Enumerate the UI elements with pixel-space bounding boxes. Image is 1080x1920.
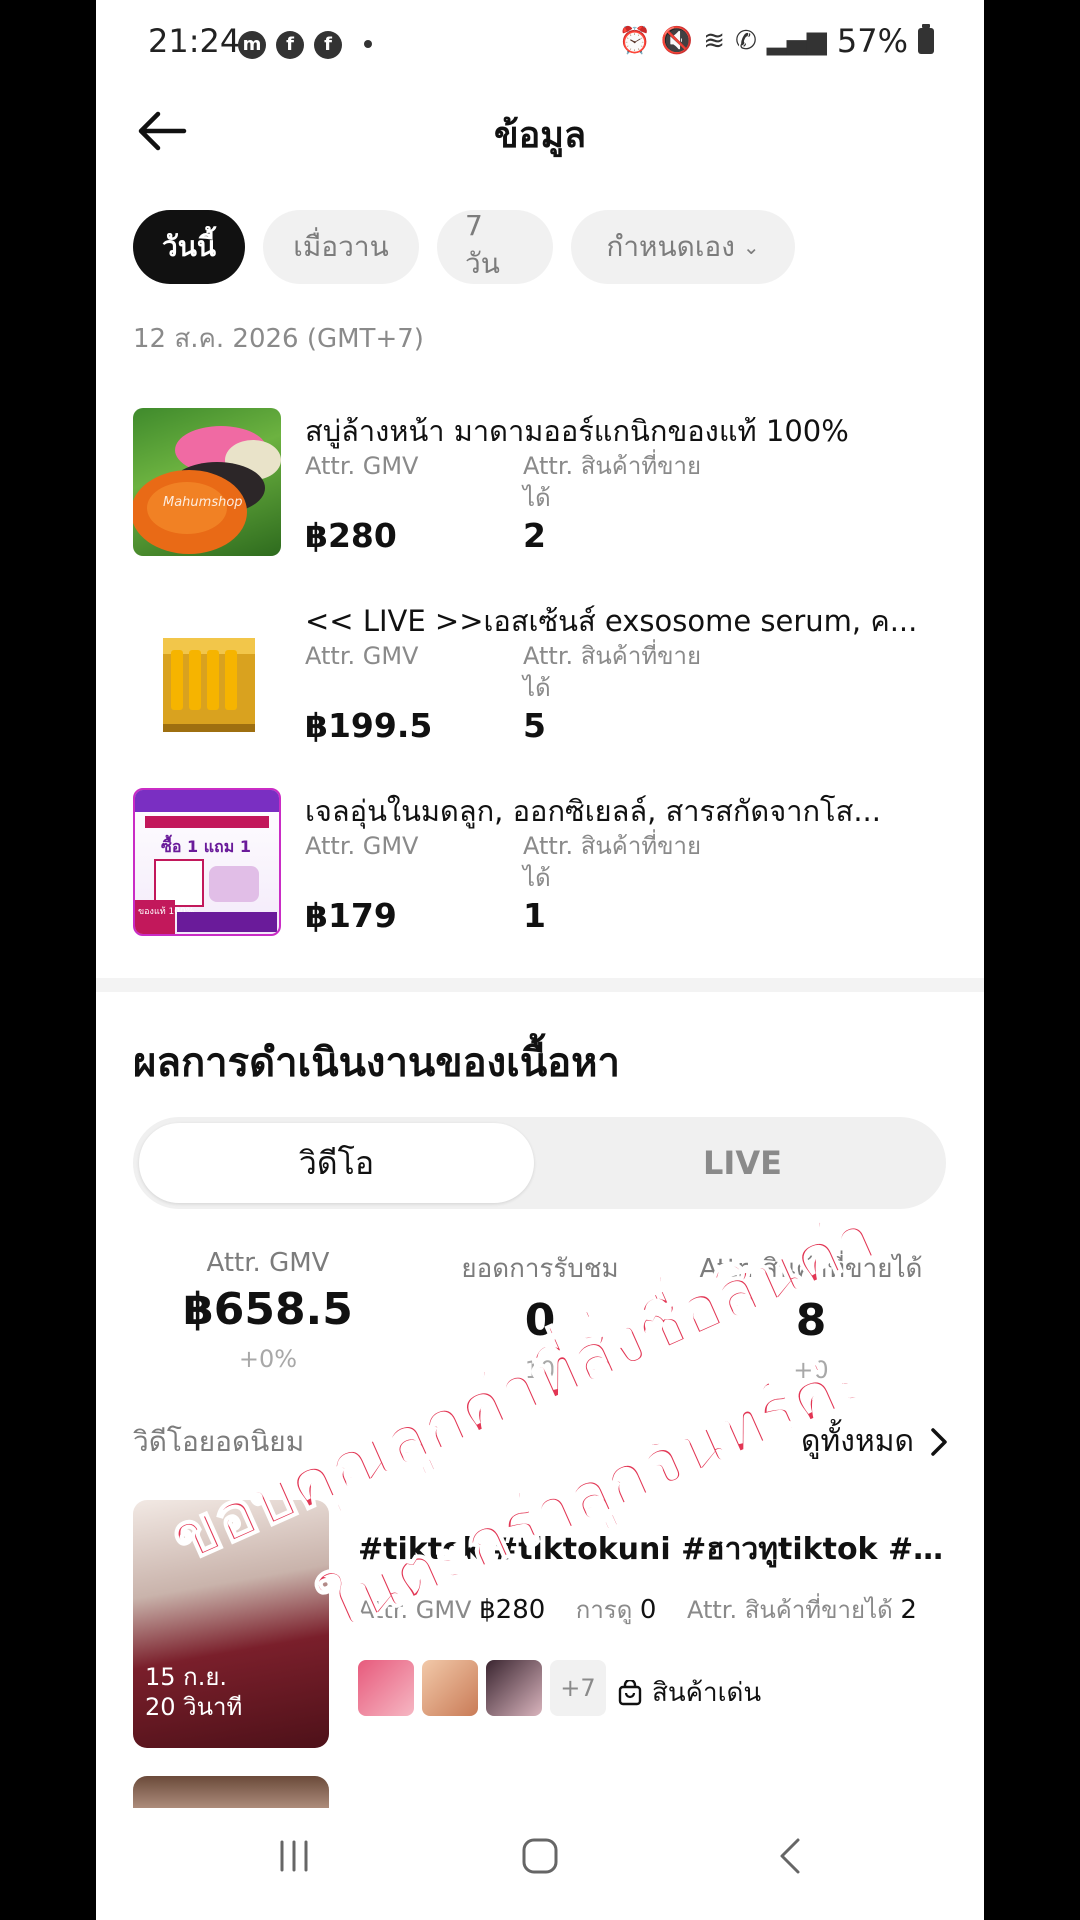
facebook-icon: f [314, 31, 342, 59]
notification-dot-icon [364, 40, 372, 48]
screen: 21:24 m f f ⏰ 🔇 ≋ ✆ ▂▄▆ 57% ข้อมูล วันนี… [96, 0, 984, 1920]
status-time: 21:24 [148, 22, 241, 60]
stat-label: Attr. GMV [206, 1248, 330, 1278]
product-name: เจลอุ่นในมดลูก, ออกซิเยลล์, สารสกัดจากโส… [305, 794, 881, 828]
video-gmv-value: ฿280 [479, 1595, 546, 1625]
sold-value: 5 [523, 706, 546, 745]
facebook-icon: f [276, 31, 304, 59]
stat-value: ฿658.5 [183, 1284, 353, 1335]
shopping-bag-icon [618, 1679, 642, 1705]
sold-label: Attr. สินค้าที่ขายได้ [523, 452, 702, 512]
featured-label: สินค้าเด่น [652, 1678, 762, 1708]
date-label: 12 ส.ค. 2026 (GMT+7) [133, 324, 424, 354]
gmv-value: ฿280 [305, 516, 397, 555]
stat-change: +0% [238, 1345, 298, 1373]
gmv-value: ฿179 [305, 896, 397, 935]
chip-custom[interactable]: กำหนดเอง ⌄ [571, 210, 795, 284]
page-title: ข้อมูล [493, 115, 587, 156]
sold-label: Attr. สินค้าที่ขายได้ [523, 642, 702, 702]
status-bar: 21:24 m f f ⏰ 🔇 ≋ ✆ ▂▄▆ 57% [96, 0, 984, 86]
section-divider [96, 978, 984, 992]
tab-live[interactable]: LIVE [545, 1123, 940, 1203]
sold-value: 1 [523, 896, 546, 935]
chip-custom-label: กำหนดเอง [606, 230, 735, 263]
product-row[interactable]: Mahumshop สบู่ล้างหน้า มาดามออร์แกนิกของ… [96, 400, 984, 590]
gmv-label: Attr. GMV [305, 642, 419, 670]
signal-icon: ▂▄▆ [766, 26, 827, 56]
battery-icon [918, 24, 934, 54]
product-thumbnail: ซื้อ 1 แถม 1 ของแท้ 100% [133, 788, 281, 936]
chip-7-days[interactable]: 7 วัน [437, 209, 553, 284]
product-row[interactable]: ซื้อ 1 แถม 1 ของแท้ 100% เจลอุ่นในมดลูก,… [96, 780, 984, 970]
system-nav-bar [96, 1808, 984, 1920]
chip-today[interactable]: วันนี้ [133, 210, 245, 284]
product-thumbnail: Mahumshop [133, 408, 281, 556]
wifi-call-icon: ✆ [735, 26, 757, 56]
home-icon[interactable] [520, 1836, 560, 1876]
sold-label: Attr. สินค้าที่ขายได้ [523, 832, 702, 892]
thumb-promo: ซื้อ 1 แถม 1 [161, 834, 251, 856]
content-performance-title: ผลการดำเนินงานของเนื้อหา [133, 1040, 621, 1086]
gel-box-image: ซื้อ 1 แถม 1 ของแท้ 100% [135, 790, 279, 934]
product-mini-thumb [486, 1660, 542, 1716]
product-thumbnail [133, 598, 281, 746]
recent-apps-icon[interactable] [274, 1836, 314, 1876]
mute-icon: 🔇 [660, 26, 694, 56]
product-mini-thumb [358, 1660, 414, 1716]
featured-product-tag[interactable]: สินค้าเด่น [618, 1672, 761, 1713]
stat-gmv: Attr. GMV ฿658.5 +0% [133, 1248, 403, 1373]
product-list: Mahumshop สบู่ล้างหน้า มาดามออร์แกนิกของ… [96, 400, 984, 970]
product-row[interactable]: << LIVE >>เอสเซ้นส์ exsosome serum, ค...… [96, 590, 984, 780]
date-filter-chips: วันนี้ เมื่อวาน 7 วัน กำหนดเอง ⌄ [133, 209, 795, 284]
video-views-label: การดู [575, 1596, 633, 1624]
chevron-down-icon: ⌄ [742, 235, 760, 259]
chip-yesterday[interactable]: เมื่อวาน [263, 210, 419, 284]
serum-box-image [163, 638, 255, 732]
product-name: << LIVE >>เอสเซ้นส์ exsosome serum, ค... [305, 604, 918, 638]
thumb-watermark: Mahumshop [163, 495, 243, 510]
sold-value: 2 [523, 516, 546, 555]
product-mini-thumb [422, 1660, 478, 1716]
messenger-icon: m [238, 31, 266, 59]
status-right: ⏰ 🔇 ≋ ✆ ▂▄▆ 57% [619, 22, 934, 60]
video-sold-label: Attr. สินค้าที่ขายได้ [686, 1596, 893, 1624]
chevron-right-icon [931, 1427, 947, 1456]
soap-image: Mahumshop [133, 426, 281, 554]
back-nav-icon[interactable] [772, 1836, 812, 1876]
alarm-icon: ⏰ [618, 26, 651, 56]
more-products-count: +7 [550, 1660, 606, 1716]
video-views-value: 0 [639, 1595, 657, 1625]
gmv-label: Attr. GMV [305, 832, 419, 860]
wifi-icon: ≋ [703, 26, 726, 56]
gmv-label: Attr. GMV [305, 452, 419, 480]
video-product-thumbs: +7 [358, 1660, 606, 1716]
battery-percent: 57% [836, 22, 908, 60]
gmv-value: ฿199.5 [305, 706, 433, 745]
tab-video[interactable]: วิดีโอ [139, 1123, 534, 1203]
product-name: สบู่ล้างหน้า มาดามออร์แกนิกของแท้ 100% [305, 414, 849, 448]
video-sold-value: 2 [900, 1595, 917, 1625]
video-duration: 20 วินาที [145, 1693, 243, 1721]
